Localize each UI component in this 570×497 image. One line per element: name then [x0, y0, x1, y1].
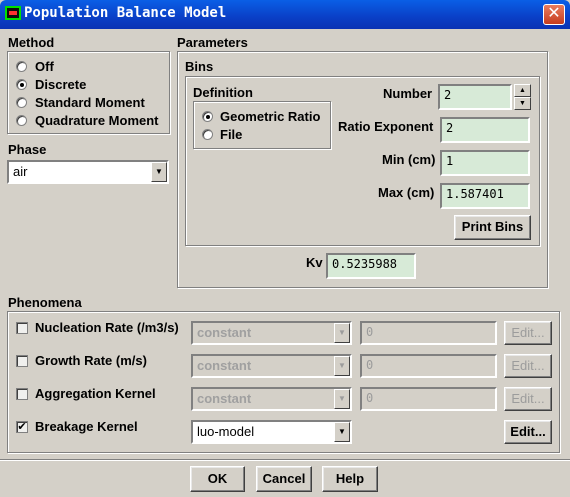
min-label: Min (cm)	[382, 152, 436, 167]
method-option-label: Discrete	[35, 77, 87, 92]
growth-rate-m-s-checkbox[interactable]	[16, 355, 28, 367]
radio-button[interactable]	[16, 79, 27, 90]
ratio-exponent-label: Ratio Exponent	[338, 119, 434, 134]
breakage-kernel-method-value: luo-model	[197, 424, 255, 439]
chevron-down-icon: ▼	[334, 356, 350, 376]
kv-label: Kv	[306, 255, 323, 270]
aggregation-kernel-method-dropdown: constant ▼	[191, 387, 352, 411]
window-title: Population Balance Model	[24, 5, 227, 21]
radio-button[interactable]	[202, 129, 213, 140]
chevron-down-icon: ▼	[334, 323, 350, 343]
nucleation-rate-m3-s-method-dropdown: constant ▼	[191, 321, 352, 345]
ratio-exponent-field[interactable]: 2	[440, 117, 530, 143]
number-increment-button[interactable]: ▲	[514, 84, 531, 97]
ok-button[interactable]: OK	[190, 466, 245, 492]
breakage-kernel-label: Breakage Kernel	[35, 419, 138, 434]
growth-rate-m-s-label: Growth Rate (m/s)	[35, 353, 147, 368]
aggregation-kernel-edit-button: Edit...	[504, 387, 552, 411]
phase-dropdown[interactable]: air ▼	[7, 160, 169, 184]
app-icon	[5, 6, 21, 20]
method-option-label: Quadrature Moment	[35, 113, 159, 128]
definition-title: Definition	[193, 85, 253, 100]
definition-option-file[interactable]: File	[200, 127, 328, 143]
close-icon: ✕	[547, 5, 561, 22]
number-label: Number	[383, 86, 433, 101]
ratio-exponent-value: 2	[446, 121, 454, 135]
nucleation-rate-m3-s-checkbox[interactable]	[16, 322, 28, 334]
nucleation-rate-m3-s-method-value: constant	[197, 325, 252, 340]
method-option-label: Off	[35, 59, 54, 74]
definition-option-geometric-ratio[interactable]: Geometric Ratio	[200, 109, 328, 125]
aggregation-kernel-value: 0	[366, 391, 374, 405]
method-option-quadrature-moment[interactable]: Quadrature Moment	[14, 113, 164, 129]
number-value: 2	[444, 88, 452, 102]
max-label: Max (cm)	[378, 185, 435, 200]
growth-rate-m-s-value-field: 0	[360, 354, 497, 378]
parameters-title: Parameters	[177, 35, 248, 50]
method-title: Method	[8, 35, 55, 50]
definition-group: Geometric Ratio File	[193, 101, 331, 149]
radio-button[interactable]	[16, 61, 27, 72]
chevron-down-icon: ▼	[334, 422, 350, 442]
arrow-up-icon: ▲	[519, 87, 526, 94]
definition-option-label: File	[220, 127, 243, 142]
radio-button[interactable]	[16, 115, 27, 126]
print-bins-button[interactable]: Print Bins	[454, 215, 531, 240]
cancel-button[interactable]: Cancel	[256, 466, 312, 492]
method-group: Off Discrete Standard Moment Quadrature Mom…	[7, 51, 170, 134]
aggregation-kernel-method-value: constant	[197, 391, 252, 406]
help-button[interactable]: Help	[322, 466, 378, 492]
bottom-separator	[0, 459, 570, 461]
nucleation-rate-m3-s-value: 0	[366, 325, 374, 339]
close-button[interactable]: ✕	[543, 4, 565, 25]
growth-rate-m-s-edit-button: Edit...	[504, 354, 552, 378]
nucleation-rate-m3-s-edit-button: Edit...	[504, 321, 552, 345]
phenomena-title: Phenomena	[8, 295, 82, 310]
radio-button[interactable]	[16, 97, 27, 108]
arrow-down-icon: ▼	[519, 100, 526, 107]
aggregation-kernel-label: Aggregation Kernel	[35, 386, 156, 401]
min-value: 1	[446, 154, 454, 168]
aggregation-kernel-checkbox[interactable]	[16, 388, 28, 400]
method-option-discrete[interactable]: Discrete	[14, 77, 164, 93]
method-option-off[interactable]: Off	[14, 59, 164, 75]
title-bar[interactable]: Population Balance Model ✕	[0, 0, 570, 29]
chevron-down-icon: ▼	[151, 162, 167, 182]
kv-field[interactable]: 0.5235988	[326, 253, 416, 279]
bins-title: Bins	[185, 59, 214, 74]
number-field[interactable]: 2	[438, 84, 512, 110]
chevron-down-icon: ▼	[334, 389, 350, 409]
breakage-kernel-method-dropdown[interactable]: luo-model ▼	[191, 420, 352, 444]
radio-button[interactable]	[202, 111, 213, 122]
growth-rate-m-s-method-dropdown: constant ▼	[191, 354, 352, 378]
kv-value: 0.5235988	[332, 257, 398, 271]
aggregation-kernel-value-field: 0	[360, 387, 497, 411]
method-option-label: Standard Moment	[35, 95, 145, 110]
max-value: 1.587401	[446, 187, 504, 201]
phase-value: air	[13, 164, 28, 179]
breakage-kernel-edit-button[interactable]: Edit...	[504, 420, 552, 444]
growth-rate-m-s-method-value: constant	[197, 358, 252, 373]
nucleation-rate-m3-s-label: Nucleation Rate (/m3/s)	[35, 320, 179, 335]
breakage-kernel-checkbox[interactable]: ✔	[16, 421, 28, 433]
nucleation-rate-m3-s-value-field: 0	[360, 321, 497, 345]
number-decrement-button[interactable]: ▼	[514, 97, 531, 110]
method-option-standard-moment[interactable]: Standard Moment	[14, 95, 164, 111]
definition-option-label: Geometric Ratio	[220, 109, 321, 124]
max-field[interactable]: 1.587401	[440, 183, 530, 209]
min-field[interactable]: 1	[440, 150, 530, 176]
phase-title: Phase	[8, 142, 47, 157]
growth-rate-m-s-value: 0	[366, 358, 374, 372]
